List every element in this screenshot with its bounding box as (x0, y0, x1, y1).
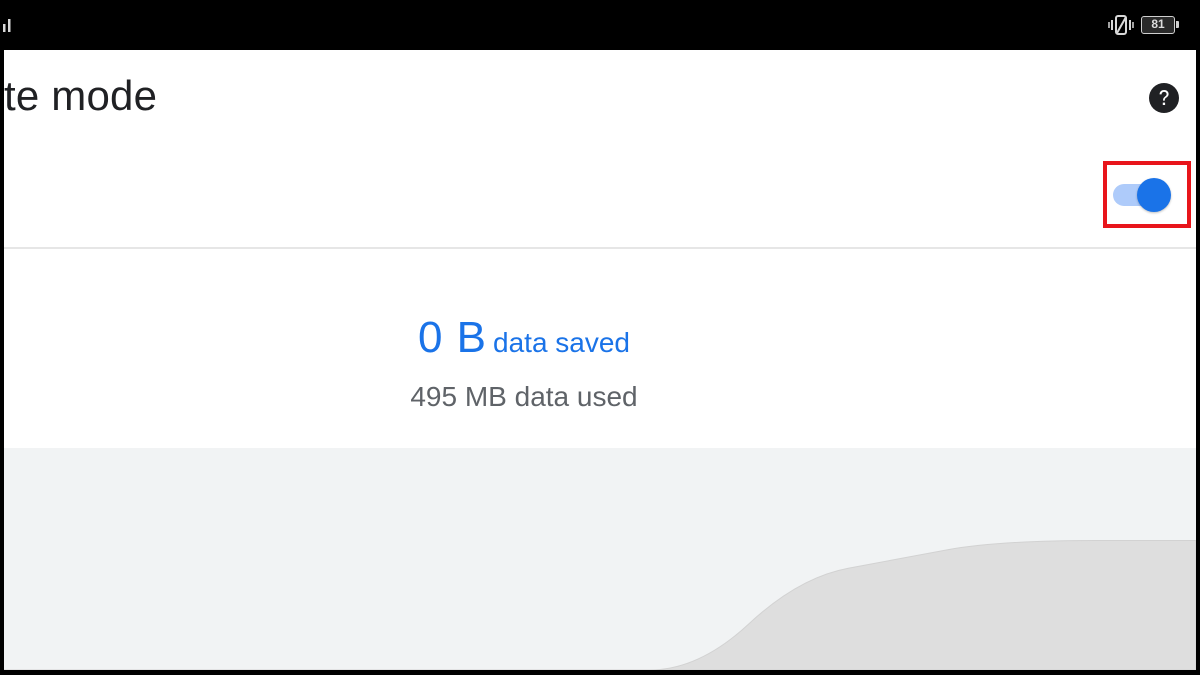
data-usage-chart-svg (4, 540, 1196, 670)
battery-level: 81 (1151, 17, 1165, 31)
data-used-text: 495 MB data used (410, 381, 638, 412)
battery-icon: 81 (1141, 16, 1179, 34)
data-usage-chart (4, 448, 1196, 670)
lite-mode-screen: te mode 0 Bdata saved 495 MB data used (4, 50, 1196, 670)
status-bar: 81 (0, 0, 1200, 50)
signal-icon (3, 19, 11, 32)
data-saved-summary: 0 Bdata saved (4, 313, 1044, 363)
page-title: te mode (4, 72, 158, 119)
help-icon[interactable] (1148, 82, 1180, 114)
section-divider (4, 247, 1196, 249)
data-saved-label: data saved (493, 327, 631, 358)
lite-mode-toggle[interactable] (1113, 178, 1173, 212)
vibrate-icon (1108, 15, 1134, 35)
data-saved-amount: 0 B (417, 313, 488, 362)
toggle-thumb[interactable] (1137, 178, 1171, 212)
usage-area (4, 540, 1196, 670)
